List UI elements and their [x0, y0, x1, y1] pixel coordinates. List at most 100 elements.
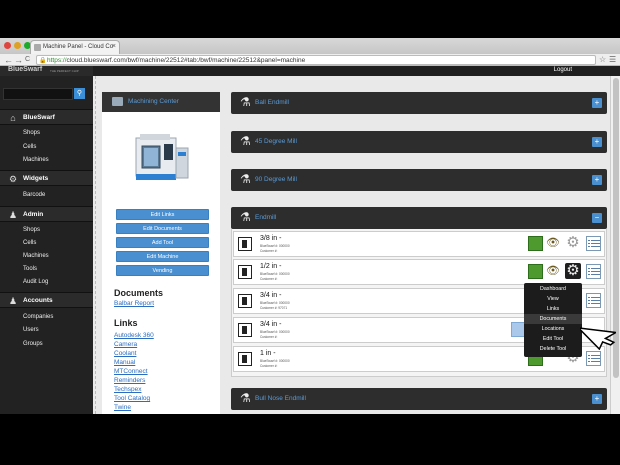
tool-customer: Customer #: 97071	[260, 306, 288, 310]
panel-title: Bull Nose Endmill	[255, 395, 306, 402]
sidebar-item-audit-log[interactable]: Audit Log	[23, 279, 48, 285]
tool-holder-icon	[238, 237, 252, 251]
menu-item-links[interactable]: Links	[524, 304, 582, 314]
documents-heading: Documents	[114, 288, 164, 298]
bookmark-star-icon[interactable]: ☆	[599, 54, 606, 66]
url-text: cloud.blueswarf.com/bwf/machine/22512#ta…	[66, 57, 306, 64]
lock-icon: 🔒	[39, 58, 47, 64]
link-techspex[interactable]: Techspex	[114, 386, 141, 393]
eye-icon[interactable]: 👁	[545, 266, 561, 277]
sidebar-item-admin-machines[interactable]: Machines	[23, 253, 49, 259]
menu-item-documents[interactable]: Documents	[524, 314, 582, 324]
back-button[interactable]: ←	[4, 54, 13, 66]
edit-machine-button[interactable]: Edit Machine	[116, 251, 209, 262]
logout-link[interactable]: Logout	[554, 67, 572, 73]
logo[interactable]: BlueSwarf	[8, 66, 42, 73]
link-mtconnect[interactable]: MTConnect	[114, 368, 148, 375]
user-icon: ♟	[8, 210, 18, 220]
browser-toolbar: ← → C 🔒 https://cloud.blueswarf.com/bwf/…	[0, 54, 620, 66]
tool-holder-icon	[238, 294, 252, 308]
link-coolant[interactable]: Coolant	[114, 350, 136, 357]
tool-icon: ⚗	[240, 172, 251, 186]
window-controls	[4, 42, 31, 49]
list-icon[interactable]	[586, 236, 601, 251]
reload-button[interactable]: C	[25, 54, 30, 66]
expand-button[interactable]: +	[592, 394, 602, 404]
expand-button[interactable]: +	[592, 137, 602, 147]
mouse-pointer-icon	[580, 326, 616, 350]
list-icon[interactable]	[586, 351, 601, 366]
sidebar-section-widgets[interactable]: ⚙ Widgets	[0, 170, 93, 186]
forward-button[interactable]: →	[14, 54, 23, 66]
sidebar-item-cells[interactable]: Cells	[23, 144, 36, 150]
gear-icon[interactable]: ⚙	[565, 235, 581, 251]
sidebar-item-users[interactable]: Users	[23, 327, 39, 333]
browser-tab[interactable]: Machine Panel - Cloud Co ×	[30, 40, 120, 54]
sidebar-item-shops[interactable]: Shops	[23, 130, 40, 136]
machine-card-header: Machining Center	[102, 92, 220, 112]
edit-links-button[interactable]: Edit Links	[116, 209, 209, 220]
search-button[interactable]: ⚲	[74, 88, 85, 99]
app-topbar: Logout	[93, 66, 620, 76]
tool-name: 3/4 in -	[260, 321, 282, 328]
eye-icon[interactable]: 👁	[545, 238, 561, 249]
link-manual[interactable]: Manual	[114, 359, 135, 366]
link-camera[interactable]: Camera	[114, 341, 137, 348]
tool-holder-icon	[238, 265, 252, 279]
menu-item-edit-tool[interactable]: Edit Tool	[524, 334, 582, 344]
panel-bull-nose-endmill[interactable]: ⚗ Bull Nose Endmill +	[231, 388, 607, 410]
vending-button[interactable]: Vending	[116, 265, 209, 276]
panel-title: Endmill	[255, 214, 277, 221]
machine-icon	[112, 97, 123, 106]
close-window-button[interactable]	[4, 42, 11, 49]
sidebar-item-admin-shops[interactable]: Shops	[23, 227, 40, 233]
divider	[95, 76, 96, 414]
edit-documents-button[interactable]: Edit Documents	[116, 223, 209, 234]
menu-item-locations[interactable]: Locations	[524, 324, 582, 334]
expand-button[interactable]: +	[592, 98, 602, 108]
tab-close-icon[interactable]: ×	[112, 43, 116, 50]
panel-endmill[interactable]: ⚗ Endmill −	[231, 207, 607, 229]
list-icon[interactable]	[586, 264, 601, 279]
sidebar-item-companies[interactable]: Companies	[23, 314, 53, 320]
panel-45-degree-mill[interactable]: ⚗ 45 Degree Mill +	[231, 131, 607, 153]
document-link[interactable]: Balbar Report	[114, 300, 154, 307]
gear-icon[interactable]: ⚙	[565, 263, 581, 279]
home-icon: ⌂	[10, 113, 16, 123]
url-scheme: https://	[47, 57, 67, 64]
panel-90-degree-mill[interactable]: ⚗ 90 Degree Mill +	[231, 169, 607, 191]
machine-image	[135, 134, 189, 180]
link-tool-catalog[interactable]: Tool Catalog	[114, 395, 150, 402]
tool-serial: BlueSwarf #: 000000	[260, 244, 290, 248]
panel-ball-endmill[interactable]: ⚗ Ball Endmill +	[231, 92, 607, 114]
collapse-button[interactable]: −	[592, 213, 602, 223]
tool-name: 3/8 in -	[260, 235, 282, 242]
sidebar-item-barcode[interactable]: Barcode	[23, 192, 45, 198]
sidebar-item-machines[interactable]: Machines	[23, 157, 49, 163]
link-reminders[interactable]: Reminders	[114, 377, 145, 384]
sidebar-section-admin[interactable]: ♟ Admin	[0, 206, 93, 222]
link-twine[interactable]: Twine	[114, 404, 131, 411]
sidebar-section-accounts[interactable]: ♟ Accounts	[0, 292, 93, 308]
menu-item-delete-tool[interactable]: Delete Tool	[524, 344, 582, 354]
link-autodesk-360[interactable]: Autodesk 360	[114, 332, 154, 339]
search-input[interactable]	[3, 88, 73, 100]
machine-card-title: Machining Center	[128, 98, 179, 105]
sidebar-item-admin-cells[interactable]: Cells	[23, 240, 36, 246]
sidebar-section-blueswarf[interactable]: ⌂ BlueSwarf	[0, 109, 93, 125]
tool-serial: BlueSwarf #: 000000	[260, 359, 290, 363]
browser-menu-icon[interactable]: ☰	[609, 54, 616, 66]
sidebar-item-groups[interactable]: Groups	[23, 341, 43, 347]
list-icon[interactable]	[586, 293, 601, 308]
minimize-window-button[interactable]	[14, 42, 21, 49]
address-bar[interactable]: 🔒 https://cloud.blueswarf.com/bwf/machin…	[36, 55, 596, 65]
add-tool-button[interactable]: Add Tool	[116, 237, 209, 248]
sidebar-item-tools[interactable]: Tools	[23, 266, 37, 272]
scrollbar[interactable]	[610, 76, 620, 414]
panel-title: 45 Degree Mill	[255, 138, 297, 145]
menu-item-dashboard[interactable]: Dashboard	[524, 284, 582, 294]
expand-button[interactable]: +	[592, 175, 602, 185]
tool-name: 1 in -	[260, 350, 276, 357]
menu-item-view[interactable]: View	[524, 294, 582, 304]
gear-icon: ⚙	[8, 174, 18, 184]
